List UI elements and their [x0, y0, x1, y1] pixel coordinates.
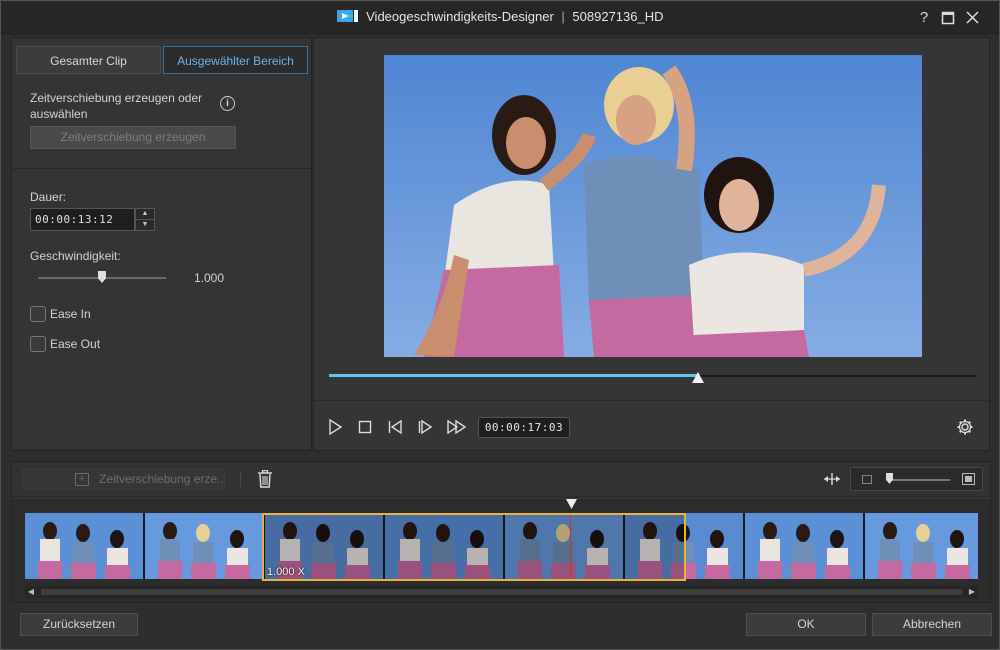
stop-icon — [358, 420, 372, 434]
fast-forward-icon — [447, 419, 467, 435]
play-button[interactable] — [326, 418, 344, 436]
zoom-slider-track[interactable] — [886, 479, 950, 481]
spin-down-icon[interactable]: ▼ — [136, 219, 154, 229]
divider — [240, 471, 241, 487]
previous-frame-button[interactable] — [386, 418, 404, 436]
preview-timecode[interactable]: 00:00:17:03 — [478, 417, 570, 438]
title-bar: Videogeschwindigkeits-Designer | 5089271… — [1, 1, 999, 35]
trash-icon — [258, 470, 272, 488]
fast-forward-button[interactable] — [446, 418, 468, 436]
timeline-zoom-control — [850, 467, 983, 491]
scroll-right-icon[interactable]: ▶ — [966, 586, 978, 598]
ease-out-label[interactable]: Ease Out — [50, 337, 100, 351]
window-title: Videogeschwindigkeits-Designer | 5089271… — [1, 9, 999, 24]
thumbnail-image — [145, 513, 263, 579]
ease-in-label[interactable]: Ease In — [50, 307, 91, 321]
thumbnail-frame — [865, 513, 978, 579]
speed-slider-thumb[interactable] — [98, 271, 106, 283]
fit-to-window-icon — [824, 473, 840, 485]
instruction-text: Zeitverschiebung erzeugen oder auswählen — [30, 91, 203, 121]
scrollbar-thumb[interactable] — [41, 589, 962, 595]
timeline-scrollbar[interactable]: ◀ ▶ — [25, 586, 978, 598]
divider — [314, 400, 989, 401]
window-file-name: 508927136_HD — [572, 9, 664, 24]
timeline-create-time-shift-button[interactable]: + Zeitverschiebung erze... — [22, 469, 225, 490]
zoom-slider-thumb[interactable] — [886, 473, 893, 484]
playhead-marker[interactable] — [566, 499, 577, 509]
thumbnail-frame — [25, 513, 144, 579]
create-time-shift-button[interactable]: Zeitverschiebung erzeugen — [30, 126, 236, 149]
window-title-text: Videogeschwindigkeits-Designer — [366, 9, 554, 24]
preview-scrub-progress — [329, 374, 698, 377]
thumbnail-image — [25, 513, 143, 579]
cancel-button[interactable]: Abbrechen — [872, 613, 992, 636]
divider — [12, 168, 311, 169]
fit-timeline-button[interactable] — [823, 472, 841, 486]
duration-spinner[interactable]: ▲ ▼ — [135, 208, 155, 231]
info-icon[interactable]: i — [220, 96, 235, 111]
scroll-left-icon[interactable]: ◀ — [25, 586, 37, 598]
speed-label: Geschwindigkeit: — [30, 249, 121, 263]
speed-value: 1.000 — [194, 271, 225, 285]
selection-speed-label: 1.000 X — [267, 566, 305, 578]
ease-out-checkbox[interactable] — [30, 336, 46, 352]
next-frame-button[interactable] — [416, 418, 434, 436]
timeline-panel: + Zeitverschiebung erze... 1.000 X ◀ ▶ — [11, 461, 991, 603]
preview-panel: 00:00:17:03 — [313, 37, 990, 451]
play-icon — [329, 418, 343, 436]
thumbnail-image — [745, 513, 863, 579]
zoom-in-icon[interactable] — [962, 473, 975, 485]
thumbnail-image — [865, 513, 978, 579]
next-frame-icon — [418, 419, 433, 435]
thumbnail-frame — [745, 513, 864, 579]
video-frame-image — [384, 55, 922, 357]
close-button[interactable] — [962, 8, 982, 28]
stop-button[interactable] — [356, 418, 374, 436]
zoom-out-icon[interactable] — [862, 475, 872, 484]
help-button[interactable]: ? — [914, 8, 934, 28]
delete-button[interactable] — [257, 470, 273, 488]
add-icon: + — [75, 473, 89, 486]
settings-button[interactable] — [956, 418, 974, 436]
speed-designer-window: Videogeschwindigkeits-Designer | 5089271… — [0, 0, 1000, 650]
duration-input[interactable]: 00:00:13:12 — [30, 208, 135, 231]
video-preview — [384, 55, 922, 357]
close-icon — [965, 11, 979, 24]
ease-in-checkbox[interactable] — [30, 306, 46, 322]
reset-button[interactable]: Zurücksetzen — [20, 613, 138, 636]
maximize-button[interactable] — [938, 8, 958, 28]
maximize-icon — [941, 11, 955, 25]
ok-button[interactable]: OK — [746, 613, 866, 636]
thumbnail-frame — [145, 513, 264, 579]
gear-icon — [957, 419, 973, 435]
tab-selected-range[interactable]: Ausgewählter Bereich — [163, 46, 308, 74]
tab-entire-clip[interactable]: Gesamter Clip — [16, 46, 161, 74]
duration-label: Dauer: — [30, 190, 67, 204]
timeline-ruler — [12, 498, 990, 499]
settings-panel: Gesamter Clip Ausgewählter Bereich Zeitv… — [11, 37, 312, 451]
mode-tabs: Gesamter Clip Ausgewählter Bereich — [16, 46, 308, 74]
title-separator: | — [561, 9, 565, 24]
timeline-toolbar: + Zeitverschiebung erze... — [12, 462, 990, 496]
selected-range[interactable] — [262, 513, 686, 581]
app-logo-icon — [336, 10, 358, 22]
previous-frame-icon — [388, 419, 402, 435]
spin-up-icon[interactable]: ▲ — [136, 209, 154, 219]
timeline-create-label: Zeitverschiebung erze... — [99, 472, 225, 486]
